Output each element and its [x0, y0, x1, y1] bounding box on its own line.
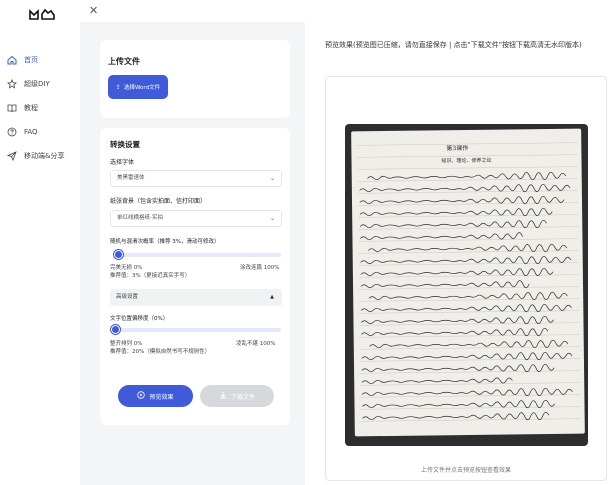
offset-slider[interactable] [116, 328, 281, 332]
handwriting-scribble-lines [359, 171, 573, 421]
ruled-lines [357, 142, 581, 422]
send-icon [7, 151, 17, 161]
chevron-down-icon: ⌄ [269, 175, 275, 182]
sample-subheading: 知识、理论、修养之论 [441, 157, 491, 165]
sidebar: 首页 超级DIY 教程 FAQ 移动端&分享 [0, 0, 80, 485]
font-label: 选择字体 [110, 159, 135, 166]
help-circle-icon [7, 127, 17, 137]
disorder-max-label: 涂改连篇 100% [240, 265, 280, 271]
upload-title: 上传文件 [108, 57, 140, 66]
eye-icon [137, 391, 146, 401]
offset-max-label: 凌乱不堪 100% [236, 341, 276, 347]
background-select-value: 单红线横格纸-实拍 [117, 215, 163, 221]
upload-icon: ⇪ [115, 83, 121, 91]
preview-image: 第3课作 知识、理论、修养之论 [345, 124, 588, 446]
download-button[interactable]: 下载文件 [200, 385, 274, 407]
disorder-recommend-label: 推荐值：3%（更接近真实手写） [110, 273, 191, 279]
sidebar-item-label: 移动端&分享 [24, 152, 65, 160]
font-select[interactable]: 美黑雷速体 ⌄ [110, 170, 282, 187]
sidebar-item-tutorial[interactable]: 教程 [0, 98, 80, 118]
background-select[interactable]: 单红线横格纸-实拍 ⌄ [110, 210, 282, 227]
select-word-file-label: 选择Word文件 [123, 85, 161, 91]
preview-title: 预览效果(预览图已压缩，请勿直接保存 | 点击"下载文件"按钮下载高清无水印版本… [325, 41, 582, 49]
sidebar-item-label: 超级DIY [24, 80, 50, 88]
font-select-value: 美黑雷速体 [117, 175, 145, 181]
sidebar-item-label: 首页 [24, 56, 38, 64]
disorder-slider[interactable] [116, 253, 281, 257]
sidebar-item-home[interactable]: 首页 [0, 50, 80, 70]
download-button-label: 下载文件 [230, 393, 255, 401]
disorder-slider-thumb[interactable] [114, 250, 123, 259]
caret-up-icon: ▲ [270, 294, 274, 300]
preview-button[interactable]: 预览效果 [118, 385, 193, 407]
advanced-settings-label: 高级设置 [116, 294, 139, 300]
offset-slider-thumb[interactable] [111, 325, 120, 334]
sample-heading: 第3课作 [446, 144, 468, 152]
sidebar-item-diy[interactable]: 超级DIY [0, 74, 80, 94]
offset-min-label: 整齐排列 0% [110, 341, 143, 347]
sidebar-nav: 首页 超级DIY 教程 FAQ 移动端&分享 [0, 50, 80, 170]
select-word-file-button[interactable]: ⇪ 选择Word文件 [108, 75, 168, 99]
handwriting-sample: 第3课作 知识、理论、修养之论 [357, 142, 581, 422]
preview-hint: 上传文件并点击预览按钮查看效果 [420, 467, 511, 474]
disorder-min-label: 完美无损 0% [110, 265, 143, 271]
home-icon [7, 55, 17, 65]
offset-label: 文字位置偏移度（0%） [110, 316, 169, 322]
app-logo[interactable] [29, 8, 55, 20]
star-icon [7, 79, 17, 89]
sidebar-item-faq[interactable]: FAQ [0, 122, 80, 142]
sidebar-item-label: 教程 [24, 104, 38, 112]
sidebar-item-label: FAQ [24, 128, 38, 136]
sidebar-item-mobile-share[interactable]: 移动端&分享 [0, 146, 80, 166]
book-icon [7, 103, 17, 113]
offset-recommend-label: 推荐值：20%（模拟自然书写不规则性） [110, 349, 211, 355]
preview-button-label: 预览效果 [149, 393, 174, 401]
download-icon [219, 391, 227, 401]
advanced-settings-toggle[interactable]: 高级设置 ▲ [110, 289, 282, 306]
chevron-down-icon: ⌄ [269, 215, 275, 222]
close-panel-icon[interactable]: ✕ [89, 5, 101, 17]
background-label: 纸张背景（包含实拍面、信打印面） [110, 198, 207, 205]
settings-title: 转换设置 [110, 140, 140, 149]
handwritten-paper: 第3课作 知识、理论、修养之论 [351, 128, 585, 437]
disorder-label: 随机与混淆次概率（推荐 3%，滑动可修改） [110, 239, 220, 245]
